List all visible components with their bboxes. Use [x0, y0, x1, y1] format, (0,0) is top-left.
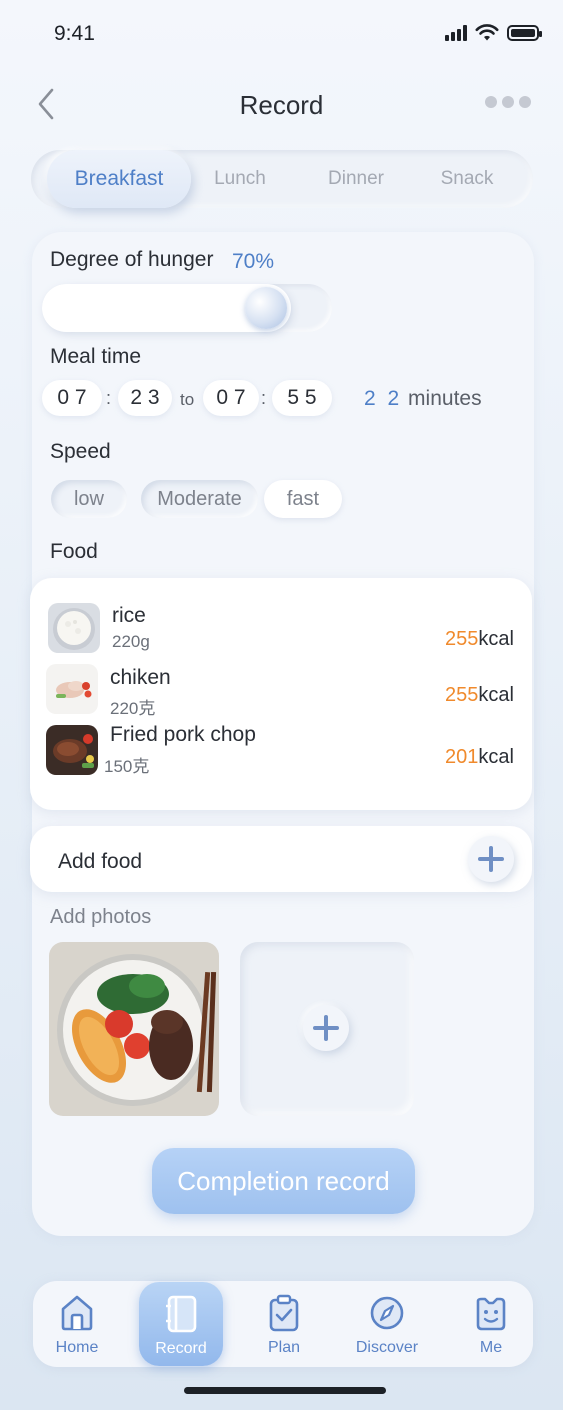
tab-lunch[interactable]: Lunch [199, 150, 281, 208]
kcal-value: 255 [445, 628, 479, 650]
tab-home-label: Home [55, 1339, 99, 1356]
cellular-signal-icon [445, 25, 467, 41]
tab-home[interactable]: Home [35, 1281, 119, 1367]
food-calories: 255kcal [445, 628, 514, 651]
navigation-bar: Record [0, 80, 563, 130]
notebook-icon [166, 1295, 197, 1333]
speed-label: Speed [50, 440, 111, 463]
tab-me-label: Me [479, 1339, 503, 1356]
food-item[interactable]: Fried pork chop 150克 201kcal [30, 723, 532, 779]
duration-unit: minutes [408, 387, 482, 410]
food-name: Fried pork chop [110, 723, 256, 746]
food-name: chiken [110, 666, 171, 689]
food-calories: 201kcal [445, 746, 514, 769]
meal-photo[interactable] [49, 942, 219, 1116]
home-indicator [184, 1387, 386, 1394]
add-food-label: Add food [58, 850, 143, 873]
clipboard-check-icon [269, 1294, 299, 1332]
start-minute-field[interactable]: 2 3 [118, 380, 172, 416]
food-label: Food [50, 540, 98, 563]
food-list: rice 220g 255kcal chiken 220克 255kcal Fr… [30, 578, 532, 810]
speed-option-fast[interactable]: fast [264, 480, 342, 518]
speed-option-low[interactable]: low [51, 480, 127, 518]
kcal-unit: kcal [478, 684, 514, 706]
food-item[interactable]: chiken 220克 255kcal [30, 664, 532, 718]
meal-tabs: Breakfast Lunch Dinner Snack [31, 150, 533, 208]
food-weight: 150克 [104, 757, 150, 776]
kcal-value: 255 [445, 684, 479, 706]
tab-record[interactable]: Record [139, 1282, 223, 1366]
hunger-slider-knob[interactable] [245, 287, 287, 329]
food-weight: 220克 [110, 699, 156, 718]
meal-duration: 2 2 minutes [364, 387, 482, 411]
chicken-thumbnail [46, 664, 98, 714]
add-photo-plus-icon [303, 1005, 349, 1051]
rice-thumbnail [48, 603, 100, 653]
speed-option-moderate[interactable]: Moderate [141, 480, 258, 518]
hunger-slider[interactable] [42, 284, 332, 332]
tab-dinner[interactable]: Dinner [311, 150, 401, 208]
tab-snack[interactable]: Snack [427, 150, 507, 208]
end-minute-field[interactable]: 5 5 [272, 380, 332, 416]
start-hour-field[interactable]: 0 7 [42, 380, 102, 416]
kcal-unit: kcal [478, 746, 514, 768]
kcal-value: 201 [445, 746, 479, 768]
food-item[interactable]: rice 220g 255kcal [30, 602, 532, 656]
home-icon [61, 1295, 93, 1331]
meal-time-label: Meal time [50, 345, 142, 368]
end-hour-field[interactable]: 0 7 [203, 380, 259, 416]
tab-me[interactable]: Me [449, 1281, 533, 1367]
more-options-icon[interactable] [485, 96, 531, 108]
tab-plan-label: Plan [267, 1339, 301, 1356]
kcal-unit: kcal [478, 628, 514, 650]
tab-breakfast[interactable]: Breakfast [47, 150, 191, 208]
add-food-button[interactable]: Add food [30, 826, 532, 892]
tab-discover-label: Discover [355, 1339, 419, 1356]
food-calories: 255kcal [445, 684, 514, 707]
add-food-plus-icon[interactable] [468, 836, 514, 882]
add-photos-label: Add photos [50, 906, 152, 928]
status-time: 9:41 [54, 22, 95, 45]
time-colon: : [261, 388, 267, 408]
hunger-label: Degree of hunger [50, 248, 214, 271]
smiley-face-icon [476, 1297, 506, 1331]
compass-icon [370, 1296, 404, 1330]
tab-record-label: Record [155, 1340, 207, 1357]
status-bar: 9:41 [0, 0, 563, 70]
time-colon: : [106, 388, 112, 408]
battery-icon [507, 25, 542, 41]
food-weight: 220g [112, 632, 150, 651]
food-name: rice [112, 604, 146, 627]
status-icons [445, 24, 542, 42]
tab-discover[interactable]: Discover [345, 1281, 429, 1367]
wifi-icon [475, 24, 499, 41]
add-photo-button[interactable] [240, 942, 414, 1116]
tab-plan[interactable]: Plan [242, 1281, 326, 1367]
pork-chop-thumbnail [46, 725, 98, 775]
bottom-tab-bar: Home Record Plan Discover Me [33, 1281, 533, 1367]
duration-value: 2 2 [364, 387, 403, 410]
hunger-value: 70% [232, 250, 275, 273]
page-title: Record [239, 90, 324, 120]
time-to-label: to [180, 390, 195, 409]
completion-record-button[interactable]: Completion record [152, 1148, 415, 1214]
